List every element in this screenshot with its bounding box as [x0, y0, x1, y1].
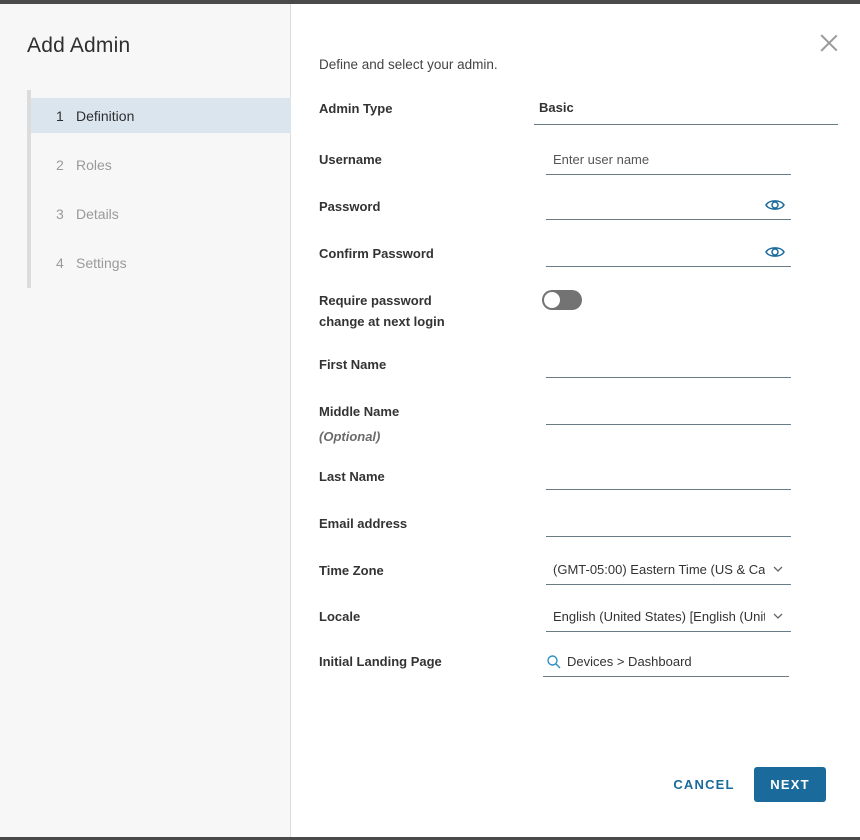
modal-title: Add Admin [27, 34, 131, 57]
landing-page-value: Devices > Dashboard [567, 654, 692, 669]
locale-label: Locale [319, 609, 361, 624]
wizard-sidebar: Add Admin 1 Definition 2 Roles 3 Details… [0, 4, 291, 837]
close-icon[interactable] [820, 34, 838, 52]
admin-type-value: Basic [534, 93, 838, 125]
step-number: 3 [56, 205, 64, 222]
step-number: 1 [56, 107, 64, 124]
step-roles[interactable]: 2 Roles [31, 147, 291, 182]
email-input[interactable] [546, 507, 791, 536]
landing-page-label: Initial Landing Page [319, 654, 442, 669]
last-name-input[interactable] [546, 460, 791, 489]
locale-select[interactable]: English (United States) [English (United… [546, 602, 791, 632]
step-number: 2 [56, 156, 64, 173]
time-zone-label: Time Zone [319, 563, 384, 578]
next-button[interactable]: NEXT [754, 767, 826, 802]
chevron-down-icon [773, 613, 783, 619]
step-definition[interactable]: 1 Definition [31, 98, 291, 133]
password-input[interactable] [546, 190, 791, 219]
email-field [546, 507, 791, 537]
middle-name-optional: (Optional) [319, 429, 381, 444]
require-change-label: Require password change at next login [319, 290, 445, 332]
require-change-label-line1: Require password [319, 293, 432, 308]
first-name-input[interactable] [546, 348, 791, 377]
middle-name-input[interactable] [546, 395, 791, 424]
step-label: Definition [76, 107, 135, 124]
eye-icon[interactable] [765, 245, 785, 259]
first-name-field [546, 348, 791, 378]
email-label: Email address [319, 516, 408, 531]
search-icon [547, 654, 561, 668]
require-change-label-line2: change at next login [319, 314, 445, 329]
first-name-label: First Name [319, 357, 387, 372]
step-label: Settings [76, 254, 127, 271]
wizard-steps: 1 Definition 2 Roles 3 Details 4 Setting… [27, 90, 291, 288]
middle-name-label: Middle Name [319, 404, 400, 419]
form-intro: Define and select your admin. [319, 57, 498, 72]
password-label: Password [319, 199, 381, 214]
time-zone-value: (GMT-05:00) Eastern Time (US & Canada) [553, 562, 765, 577]
eye-icon[interactable] [765, 198, 785, 212]
chevron-down-icon [773, 566, 783, 572]
step-number: 4 [56, 254, 64, 271]
form-panel: Define and select your admin. Admin Type… [292, 4, 860, 837]
password-field [546, 190, 791, 220]
last-name-label: Last Name [319, 469, 385, 484]
landing-page-search[interactable]: Devices > Dashboard [543, 647, 789, 677]
username-field [546, 145, 791, 175]
confirm-password-label: Confirm Password [319, 246, 434, 261]
step-settings[interactable]: 4 Settings [31, 245, 291, 280]
time-zone-select[interactable]: (GMT-05:00) Eastern Time (US & Canada) [546, 555, 791, 585]
step-label: Roles [76, 156, 112, 173]
last-name-field [546, 460, 791, 490]
step-label: Details [76, 205, 119, 222]
username-label: Username [319, 152, 382, 167]
step-details[interactable]: 3 Details [31, 196, 291, 231]
middle-name-field [546, 395, 791, 425]
require-change-toggle[interactable] [542, 290, 582, 310]
confirm-password-field [546, 237, 791, 267]
confirm-password-input[interactable] [546, 237, 791, 266]
locale-value: English (United States) [English (United… [553, 609, 765, 624]
admin-type-label: Admin Type [319, 101, 393, 116]
toggle-knob [544, 292, 560, 308]
username-input[interactable] [546, 145, 791, 174]
cancel-button[interactable]: CANCEL [668, 767, 740, 802]
